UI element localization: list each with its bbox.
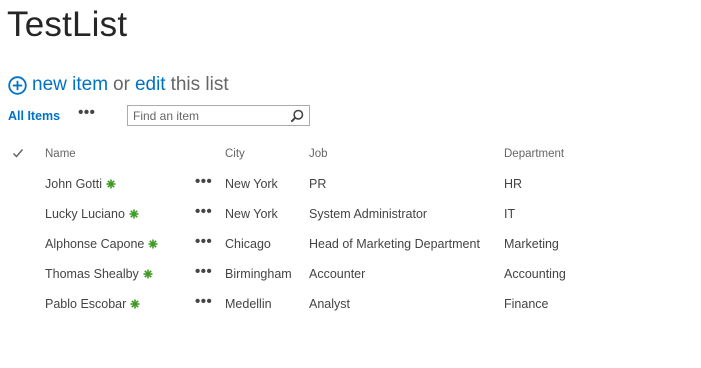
cell-city: New York bbox=[225, 207, 278, 221]
view-selector: All Items ••• bbox=[8, 103, 95, 129]
new-item-badge-icon bbox=[106, 179, 116, 189]
add-circle-icon[interactable] bbox=[8, 75, 27, 95]
item-menu-button[interactable]: ••• bbox=[195, 264, 212, 280]
or-text: or bbox=[113, 74, 130, 95]
item-name-link[interactable]: Lucky Luciano bbox=[45, 206, 139, 222]
cell-city: New York bbox=[225, 177, 278, 191]
item-name-link[interactable]: Pablo Escobar bbox=[45, 296, 140, 312]
item-name-link[interactable]: Thomas Shealby bbox=[45, 266, 153, 282]
item-name-text: John Gotti bbox=[45, 177, 102, 191]
cell-department: HR bbox=[504, 177, 523, 191]
item-menu-button[interactable]: ••• bbox=[195, 294, 212, 310]
search-placeholder: Find an item bbox=[133, 108, 200, 123]
edit-list-link[interactable]: edit bbox=[135, 74, 166, 96]
cell-job: Analyst bbox=[309, 297, 350, 311]
view-more-button[interactable]: ••• bbox=[78, 105, 95, 120]
item-name-text: Lucky Luciano bbox=[45, 207, 125, 221]
cell-job: System Administrator bbox=[309, 207, 428, 221]
column-header-name[interactable]: Name bbox=[45, 148, 76, 160]
item-menu-button[interactable]: ••• bbox=[195, 234, 212, 250]
item-name-link[interactable]: Alphonse Capone bbox=[45, 236, 158, 252]
new-item-badge-icon bbox=[129, 209, 139, 219]
item-name-text: Thomas Shealby bbox=[45, 267, 139, 281]
cell-city: Chicago bbox=[225, 237, 271, 251]
this-list-text: this list bbox=[170, 74, 229, 95]
item-menu-button[interactable]: ••• bbox=[195, 204, 212, 220]
cell-department: Marketing bbox=[504, 237, 559, 251]
tab-all-items[interactable]: All Items bbox=[8, 109, 60, 123]
cell-department: Accounting bbox=[504, 267, 566, 281]
cell-department: IT bbox=[504, 207, 516, 221]
cell-job: Head of Marketing Department bbox=[309, 237, 480, 251]
table-row[interactable]: Pablo Escobar ••• Medellin Analyst Finance bbox=[0, 290, 701, 320]
table-row[interactable]: Thomas Shealby ••• Birmingham Accounter Acco… bbox=[0, 260, 701, 290]
table-row[interactable]: John Gotti ••• New York PR HR bbox=[0, 170, 701, 200]
table-row[interactable]: Alphonse Capone ••• Chicago Head of Marketi… bbox=[0, 230, 701, 260]
search-icon[interactable] bbox=[290, 109, 304, 123]
cell-job: PR bbox=[309, 177, 327, 191]
new-item-badge-icon bbox=[143, 269, 153, 279]
list-actions: new item or edit this list bbox=[8, 72, 229, 98]
select-all-checkmark-icon[interactable] bbox=[12, 147, 24, 159]
cell-department: Finance bbox=[504, 297, 549, 311]
new-item-badge-icon bbox=[130, 299, 140, 309]
item-name-text: Pablo Escobar bbox=[45, 297, 127, 311]
item-menu-button[interactable]: ••• bbox=[195, 174, 212, 190]
column-header-department[interactable]: Department bbox=[504, 148, 564, 160]
table-row[interactable]: Lucky Luciano ••• New York System Administr… bbox=[0, 200, 701, 230]
new-item-badge-icon bbox=[148, 239, 158, 249]
new-item-link[interactable]: new item bbox=[32, 74, 108, 96]
page-title: TestList bbox=[7, 5, 128, 44]
column-header-city[interactable]: City bbox=[225, 148, 245, 160]
search-input[interactable]: Find an item bbox=[127, 105, 310, 126]
item-name-text: Alphonse Capone bbox=[45, 237, 145, 251]
column-header-job[interactable]: Job bbox=[309, 148, 328, 160]
item-name-link[interactable]: John Gotti bbox=[45, 176, 116, 192]
cell-city: Birmingham bbox=[225, 267, 292, 281]
cell-job: Accounter bbox=[309, 267, 366, 281]
cell-city: Medellin bbox=[225, 297, 272, 311]
